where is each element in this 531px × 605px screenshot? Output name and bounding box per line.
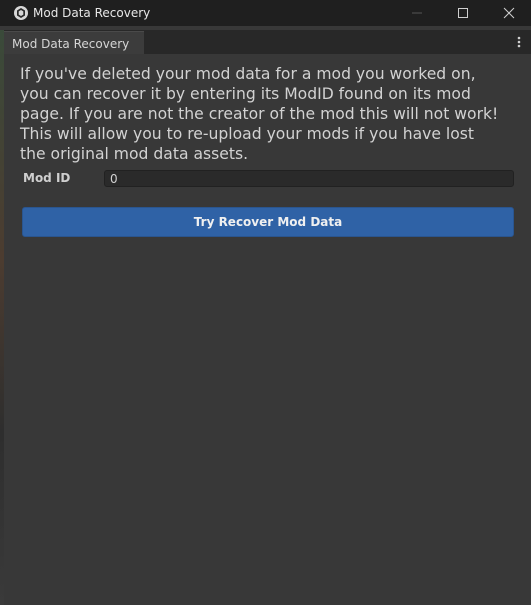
kebab-menu-icon[interactable]: [512, 34, 526, 50]
minimize-button[interactable]: [394, 0, 440, 26]
close-icon: [503, 4, 515, 23]
mod-data-recovery-window: Mod Data Recovery Mod Data Recovery If y…: [0, 0, 531, 605]
description-text: If you've deleted your mod data for a mo…: [20, 65, 499, 163]
content-panel: If you've deleted your mod data for a mo…: [4, 54, 531, 605]
mod-id-input[interactable]: [104, 170, 514, 187]
try-recover-mod-data-button[interactable]: Try Recover Mod Data: [22, 207, 514, 237]
maximize-button[interactable]: [440, 0, 486, 26]
unity-logo-icon: [13, 5, 29, 21]
tab-mod-data-recovery[interactable]: Mod Data Recovery: [4, 31, 144, 54]
window-title: Mod Data Recovery: [33, 6, 151, 20]
minimize-icon: [411, 4, 423, 23]
mod-id-label: Mod ID: [23, 171, 71, 185]
tab-label: Mod Data Recovery: [12, 37, 130, 51]
title-bar[interactable]: Mod Data Recovery: [0, 0, 531, 26]
maximize-icon: [457, 4, 469, 23]
close-button[interactable]: [486, 0, 531, 26]
tab-bar: Mod Data Recovery: [0, 30, 531, 54]
